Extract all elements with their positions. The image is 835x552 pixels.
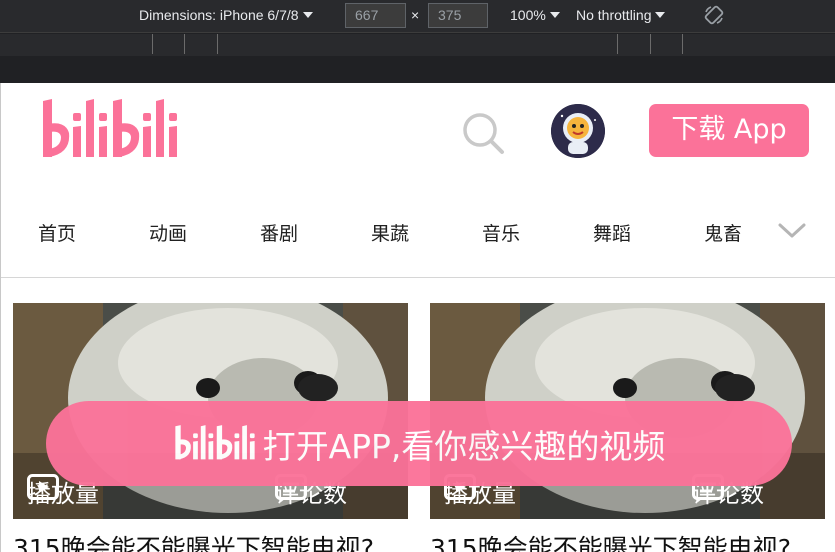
devtools-spacer xyxy=(0,56,835,83)
devtools-toolbar-row: Dimensions: iPhone 6/7/8 667 × 375 100% … xyxy=(0,0,835,33)
ruler-tick xyxy=(152,34,153,54)
bilibili-logo xyxy=(174,424,255,459)
search-icon[interactable] xyxy=(461,111,505,155)
rotate-icon[interactable] xyxy=(703,4,725,26)
download-app-button[interactable]: 下载 App xyxy=(649,104,809,157)
ruler-tick xyxy=(682,34,683,54)
ruler-tick xyxy=(650,34,651,54)
nav-item-fruits[interactable]: 果蔬 xyxy=(371,219,409,246)
chevron-down-icon[interactable] xyxy=(777,221,807,241)
play-icon xyxy=(27,474,59,500)
dimensions-dropdown[interactable]: Dimensions: iPhone 6/7/8 xyxy=(139,7,313,23)
avatar[interactable] xyxy=(551,104,605,158)
zoom-dropdown[interactable]: 100% xyxy=(510,7,560,23)
bilibili-logo[interactable] xyxy=(39,99,181,163)
throttling-label: No throttling xyxy=(576,7,652,23)
nav-item-bangumi[interactable]: 番剧 xyxy=(260,219,298,246)
video-title[interactable]: 315晚会能不能曝光下智能电视? xyxy=(13,529,433,552)
width-input[interactable]: 667 xyxy=(345,3,406,28)
times-separator: × xyxy=(411,7,420,23)
ruler-tick xyxy=(184,34,185,54)
video-title[interactable]: 315晚会能不能曝光下智能电视? xyxy=(430,529,835,552)
media-query-bar xyxy=(0,34,835,56)
caret-down-icon xyxy=(302,12,313,18)
throttling-dropdown[interactable]: No throttling xyxy=(576,7,666,23)
astronaut-avatar-icon xyxy=(551,104,605,158)
nav-item-home[interactable]: 首页 xyxy=(38,219,76,246)
open-app-banner[interactable]: 打开APP,看你感兴趣的视频 xyxy=(46,401,792,486)
nav-item-dance[interactable]: 舞蹈 xyxy=(593,219,631,246)
ruler-tick xyxy=(217,34,218,54)
caret-down-icon xyxy=(655,12,666,18)
category-nav: 首页 动画 番剧 果蔬 音乐 舞蹈 鬼畜 xyxy=(1,201,835,261)
nav-item-music[interactable]: 音乐 xyxy=(482,219,520,246)
devtools-device-toolbar: Dimensions: iPhone 6/7/8 667 × 375 100% … xyxy=(0,0,835,83)
zoom-label: 100% xyxy=(510,7,546,23)
caret-down-icon xyxy=(549,12,560,18)
open-app-text: 打开APP,看你感兴趣的视频 xyxy=(262,426,666,466)
nav-item-kichiku[interactable]: 鬼畜 xyxy=(704,219,742,246)
height-input[interactable]: 375 xyxy=(428,3,488,28)
nav-divider xyxy=(1,277,835,278)
dimensions-label: Dimensions: iPhone 6/7/8 xyxy=(139,7,299,23)
mobile-viewport: 下载 App 首页 动画 番剧 果蔬 音乐 舞蹈 鬼畜 播放量 评论数 315晚… xyxy=(0,83,835,552)
nav-item-anime[interactable]: 动画 xyxy=(149,219,187,246)
ruler-tick xyxy=(617,34,618,54)
